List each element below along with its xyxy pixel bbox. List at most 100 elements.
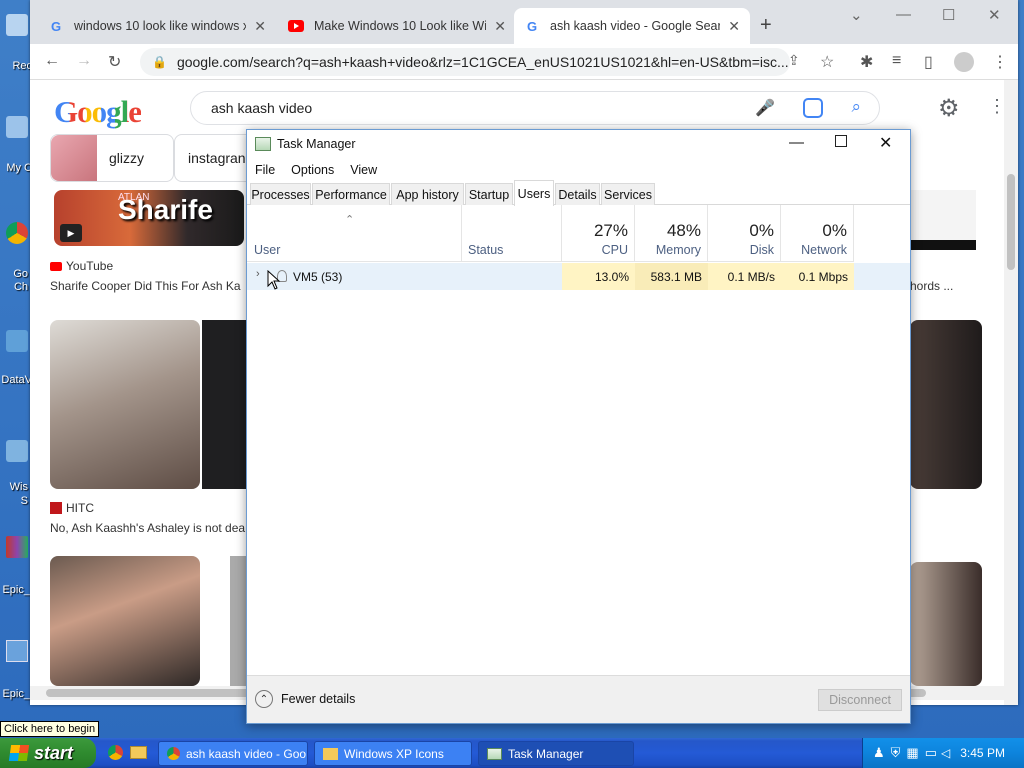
- tab-processes[interactable]: Processes: [250, 183, 311, 205]
- tab-search-icon[interactable]: ⌄: [850, 6, 863, 24]
- taskbar-button-taskmanager[interactable]: Task Manager: [478, 741, 634, 766]
- hitc-icon: [50, 502, 62, 514]
- camera-icon[interactable]: [803, 98, 823, 118]
- desktop-icon-epic-1[interactable]: Epic_: [0, 536, 34, 596]
- profile-icon[interactable]: [954, 52, 974, 72]
- tab-details[interactable]: Details: [555, 183, 600, 205]
- task-manager-tabs: Processes Performance App history Startu…: [247, 180, 910, 206]
- chevron-right-icon[interactable]: ›: [256, 268, 260, 280]
- image-result-right-2[interactable]: [910, 562, 982, 686]
- close-icon[interactable]: ✕: [494, 18, 506, 35]
- maximize-icon[interactable]: [835, 135, 847, 147]
- task-manager-titlebar[interactable]: Task Manager — ✕: [247, 130, 910, 158]
- video-thumbnail-sharife[interactable]: Sharife ATLAN ▶: [54, 190, 244, 246]
- mic-icon[interactable]: 🎤: [755, 98, 775, 118]
- column-network[interactable]: 0% Network: [781, 205, 854, 262]
- tab-startup[interactable]: Startup: [465, 183, 513, 205]
- media-icon[interactable]: ≡: [892, 52, 901, 70]
- disconnect-button[interactable]: Disconnect: [818, 689, 902, 711]
- column-status[interactable]: Status: [462, 205, 562, 262]
- task-manager-window: Task Manager — ✕ File Options View Proce…: [246, 129, 911, 724]
- start-tooltip: Click here to begin: [0, 721, 100, 737]
- file-icon: [6, 640, 28, 662]
- tab-performance[interactable]: Performance: [312, 183, 390, 205]
- result-title-2[interactable]: No, Ash Kaashh's Ashaley is not dea: [50, 521, 245, 535]
- folder-quicklaunch-icon[interactable]: [130, 746, 147, 759]
- desktop-icon-epic-2[interactable]: Epic_: [0, 640, 34, 700]
- menu-options[interactable]: Options: [283, 163, 342, 177]
- image-result-1[interactable]: [50, 320, 200, 489]
- tab-windows10-xp[interactable]: G windows 10 look like windows xp ✕: [38, 8, 276, 44]
- display-icon[interactable]: ▭: [925, 745, 937, 761]
- desktop-icon-recycle[interactable]: Rec: [0, 14, 34, 74]
- chip-instagram[interactable]: instagran: [174, 134, 254, 182]
- play-icon: ▶: [60, 224, 82, 242]
- close-icon[interactable]: ✕: [254, 18, 266, 35]
- column-memory[interactable]: 48% Memory: [635, 205, 708, 262]
- address-bar[interactable]: 🔒 google.com/search?q=ash+kaash+video&rl…: [140, 48, 790, 76]
- minimize-icon[interactable]: —: [789, 134, 804, 151]
- result-title-right[interactable]: hords ...: [910, 279, 953, 293]
- image-result-2[interactable]: [202, 320, 246, 489]
- table-row[interactable]: › VM5 (53) 13.0% 583.1 MB 0.1 MB/s 0.1 M…: [247, 263, 910, 290]
- start-button[interactable]: start: [0, 738, 96, 768]
- tab-google-search[interactable]: G ash kaash video - Google Search ✕: [514, 8, 750, 44]
- data-icon: [6, 330, 28, 352]
- tab-app-history[interactable]: App history: [391, 183, 464, 205]
- scroll-thumb[interactable]: [1007, 174, 1015, 270]
- menu-file[interactable]: File: [247, 163, 283, 177]
- wise-icon: [6, 440, 28, 462]
- new-tab-button[interactable]: +: [760, 14, 772, 37]
- taskbar-button-explorer[interactable]: Windows XP Icons: [314, 741, 472, 766]
- chrome-quicklaunch-icon[interactable]: [108, 745, 123, 760]
- maximize-icon[interactable]: ☐: [942, 6, 955, 24]
- recycle-bin-icon: [6, 14, 28, 36]
- clock[interactable]: 3:45 PM: [960, 746, 1005, 760]
- image-result-keyboard[interactable]: [910, 190, 976, 250]
- reload-icon[interactable]: ↻: [108, 52, 121, 72]
- user-tray-icon[interactable]: ♟: [873, 745, 885, 761]
- result-title-1[interactable]: Sharife Cooper Did This For Ash Ka: [50, 279, 241, 293]
- close-icon[interactable]: ✕: [879, 133, 892, 153]
- google-icon: G: [526, 18, 538, 34]
- forward-icon[interactable]: →: [76, 52, 92, 70]
- search-box[interactable]: ash kaash video 🎤 ⌕: [190, 91, 880, 125]
- share-icon[interactable]: ⇪: [788, 52, 800, 69]
- extensions-icon[interactable]: ✱: [860, 52, 873, 72]
- tab-services[interactable]: Services: [601, 183, 655, 205]
- result-source-youtube[interactable]: YouTube: [50, 259, 113, 273]
- google-logo[interactable]: Google: [54, 94, 142, 130]
- search-icon[interactable]: ⌕: [851, 97, 861, 117]
- desktop-icon-chrome[interactable]: Go Ch: [0, 222, 34, 302]
- close-icon[interactable]: ✕: [728, 18, 740, 35]
- computer-icon: [6, 116, 28, 138]
- column-cpu[interactable]: 27% CPU: [562, 205, 635, 262]
- menu-view[interactable]: View: [342, 163, 385, 177]
- minimize-icon[interactable]: —: [896, 6, 911, 23]
- column-disk[interactable]: 0% Disk: [708, 205, 781, 262]
- vertical-scrollbar[interactable]: [1004, 80, 1018, 705]
- back-icon[interactable]: ←: [44, 52, 60, 70]
- menu-icon[interactable]: ⋮: [992, 52, 1008, 72]
- tab-youtube[interactable]: Make Windows 10 Look like Win ✕: [278, 8, 516, 44]
- settings-gear-icon[interactable]: ⚙: [938, 94, 960, 123]
- chip-glizzy[interactable]: glizzy: [50, 134, 174, 182]
- fewer-details-button[interactable]: ⌃ Fewer details: [255, 690, 355, 708]
- desktop-icon-wise[interactable]: Wis S: [0, 440, 34, 510]
- column-user[interactable]: ⌃ User: [247, 205, 462, 262]
- chrome-icon: [6, 222, 28, 244]
- image-result-3[interactable]: [50, 556, 200, 686]
- image-result-4[interactable]: [230, 556, 246, 686]
- shield-icon[interactable]: ⛨: [891, 745, 901, 761]
- desktop-icon-data[interactable]: DataV: [0, 330, 34, 390]
- network-icon[interactable]: ▦: [906, 745, 918, 761]
- close-window-icon[interactable]: ✕: [988, 6, 1001, 24]
- result-source-hitc[interactable]: HITC: [50, 501, 94, 515]
- image-result-right-1[interactable]: [910, 320, 982, 489]
- tab-users[interactable]: Users: [514, 180, 554, 206]
- star-icon[interactable]: ☆: [820, 52, 834, 72]
- taskbar-button-chrome[interactable]: ash kaash video - Goo...: [158, 741, 308, 766]
- desktop-icon-mycomputer[interactable]: My C: [0, 116, 34, 176]
- volume-icon[interactable]: ◁: [941, 746, 950, 760]
- sidepanel-icon[interactable]: ▯: [924, 52, 933, 72]
